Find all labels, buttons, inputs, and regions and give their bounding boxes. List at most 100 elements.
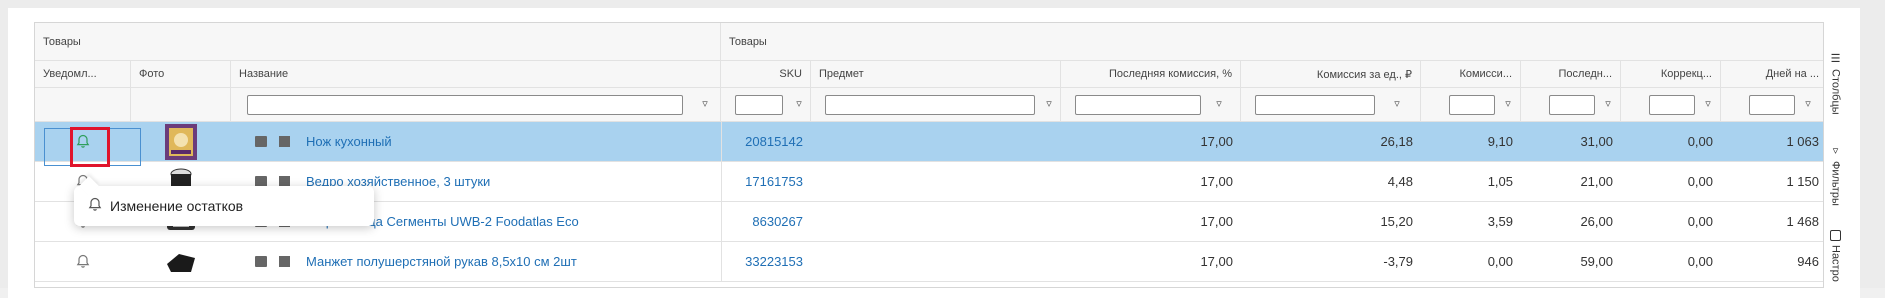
trash-icon[interactable] xyxy=(279,256,290,267)
photo-cell xyxy=(131,242,231,281)
commission-per-unit-filter-icon[interactable]: ▿ xyxy=(1391,97,1403,111)
products-grid: Товары Товары Уведомл... Фото Название S… xyxy=(34,22,1826,288)
columns-icon: ☰ xyxy=(1830,53,1841,65)
col-header-notify[interactable]: Уведомл... xyxy=(35,61,131,87)
col-header-subject[interactable]: Предмет xyxy=(811,61,1061,87)
last-filter-input[interactable] xyxy=(1549,95,1595,115)
divider xyxy=(721,122,722,161)
photo-cell xyxy=(131,122,231,161)
correction-cell: 0,00 xyxy=(1687,174,1713,189)
sidebar-columns[interactable]: ☰ Столбцы xyxy=(1824,52,1847,115)
days-filter-input[interactable] xyxy=(1749,95,1795,115)
col-header-name[interactable]: Название xyxy=(231,61,721,87)
col-label-notify: Уведомл... xyxy=(43,68,97,80)
col-header-photo[interactable]: Фото xyxy=(131,61,231,87)
col-header-correction[interactable]: Коррекц... xyxy=(1621,61,1721,87)
name-filter-icon[interactable]: ▿ xyxy=(699,97,711,111)
bell-icon[interactable] xyxy=(76,254,90,269)
name-cell: Манжет полушерстяной рукав 8,5x10 см 2шт xyxy=(231,242,721,281)
last-cell: 26,00 xyxy=(1580,214,1613,229)
sku-filter-icon[interactable]: ▿ xyxy=(793,97,805,111)
commis-filter-input[interactable] xyxy=(1449,95,1495,115)
tool-panel-sidebar: ☰ Столбцы ▿ Фильтры Настро xyxy=(1823,22,1846,288)
divider xyxy=(721,162,722,201)
col-label-name: Название xyxy=(239,68,289,80)
last-cell: 59,00 xyxy=(1580,254,1613,269)
correction-filter-input[interactable] xyxy=(1649,95,1695,115)
bell-settings-icon xyxy=(88,197,102,215)
last-commission-cell: 17,00 xyxy=(1200,254,1233,269)
sku-link[interactable]: 20815142 xyxy=(721,122,811,161)
col-header-days[interactable]: Дней на ... xyxy=(1721,61,1826,87)
days-cell: 1 150 xyxy=(1786,174,1819,189)
sku-link[interactable]: 17161753 xyxy=(721,162,811,201)
page: Товары Товары Уведомл... Фото Название S… xyxy=(0,0,1885,298)
col-label-subject: Предмет xyxy=(819,68,864,80)
table-row[interactable]: Манжет полушерстяной рукав 8,5x10 см 2шт… xyxy=(35,242,1826,282)
col-label-commission-per-unit: Комиссия за ед., ₽ xyxy=(1316,68,1412,81)
col-label-sku: SKU xyxy=(779,68,802,80)
col-header-commis[interactable]: Комисси... xyxy=(1421,61,1521,87)
sidebar-settings-label: Настро xyxy=(1829,245,1842,282)
commis-cell: 1,05 xyxy=(1487,174,1513,189)
sidebar-filters[interactable]: ▿ Фильтры xyxy=(1824,144,1847,206)
product-name-link[interactable]: Нож кухонный xyxy=(306,134,392,149)
correction-cell: 0,00 xyxy=(1687,214,1713,229)
trash-icon[interactable] xyxy=(279,136,290,147)
last-commission-filter-input[interactable] xyxy=(1075,95,1201,115)
filter-cell-photo xyxy=(131,88,231,121)
sidebar-columns-label: Столбцы xyxy=(1829,69,1842,115)
correction-filter-icon[interactable]: ▿ xyxy=(1702,97,1714,111)
product-name-link[interactable]: Манжет полушерстяной рукав 8,5x10 см 2шт xyxy=(306,254,577,269)
last-filter-icon[interactable]: ▿ xyxy=(1602,97,1614,111)
subject-cell xyxy=(811,162,1061,201)
col-label-correction: Коррекц... xyxy=(1660,68,1712,80)
sidebar-settings[interactable]: Настро xyxy=(1824,230,1847,282)
col-header-sku[interactable]: SKU xyxy=(721,61,811,87)
calendar-icon[interactable] xyxy=(255,256,267,267)
subject-filter-icon[interactable]: ▿ xyxy=(1043,97,1055,111)
commission-per-unit-cell: 26,18 xyxy=(1380,134,1413,149)
col-label-last: Последн... xyxy=(1558,68,1612,80)
last-commission-filter-icon[interactable]: ▿ xyxy=(1213,97,1225,111)
commis-filter-icon[interactable]: ▿ xyxy=(1502,97,1514,111)
commission-per-unit-cell: 15,20 xyxy=(1380,214,1413,229)
col-header-commission-per-unit[interactable]: Комиссия за ед., ₽ xyxy=(1241,61,1421,87)
col-header-last-commission[interactable]: Последняя комиссия, % xyxy=(1061,61,1241,87)
name-filter-input[interactable] xyxy=(247,95,683,115)
calendar-icon[interactable] xyxy=(255,136,267,147)
days-filter-icon[interactable]: ▿ xyxy=(1802,97,1814,111)
table-row[interactable]: Нож кухонный 20815142 17,00 26,18 9,10 3… xyxy=(35,122,1826,162)
group-label-right: Товары xyxy=(729,35,767,48)
correction-cell: 0,00 xyxy=(1687,254,1713,269)
last-commission-cell: 17,00 xyxy=(1200,174,1233,189)
col-header-last[interactable]: Последн... xyxy=(1521,61,1621,87)
subject-filter-input[interactable] xyxy=(825,95,1035,115)
commission-per-unit-cell: 4,48 xyxy=(1387,174,1413,189)
days-cell: 1 063 xyxy=(1786,134,1819,149)
correction-cell: 0,00 xyxy=(1687,134,1713,149)
column-header-row: Уведомл... Фото Название SKU Предмет Пос… xyxy=(35,61,1826,88)
filter-icon: ▿ xyxy=(1832,145,1839,157)
product-photo-knife xyxy=(165,124,197,160)
sku-link[interactable]: 33223153 xyxy=(721,242,811,281)
notify-cell[interactable] xyxy=(35,242,131,281)
subject-cell xyxy=(811,242,1061,281)
last-commission-cell: 17,00 xyxy=(1200,214,1233,229)
commission-per-unit-cell: -3,79 xyxy=(1383,254,1413,269)
filter-row: ▿ ▿ ▿ ▿ ▿ ▿ ▿ ▿ ▿ xyxy=(35,88,1826,122)
filter-cell-notify xyxy=(35,88,131,121)
sku-filter-input[interactable] xyxy=(735,95,783,115)
commission-per-unit-filter-input[interactable] xyxy=(1255,95,1375,115)
col-label-photo: Фото xyxy=(139,68,165,80)
days-cell: 1 468 xyxy=(1786,214,1819,229)
group-header-row: Товары Товары xyxy=(35,23,1826,61)
sidebar-filters-label: Фильтры xyxy=(1829,161,1842,206)
col-label-commis: Комисси... xyxy=(1459,68,1512,80)
tooltip-text: Изменение остатков xyxy=(110,198,244,214)
divider xyxy=(721,202,722,241)
sku-link[interactable]: 8630267 xyxy=(721,202,811,241)
commis-cell: 3,59 xyxy=(1487,214,1513,229)
highlight-box xyxy=(70,127,110,167)
name-cell: Нож кухонный xyxy=(231,122,721,161)
